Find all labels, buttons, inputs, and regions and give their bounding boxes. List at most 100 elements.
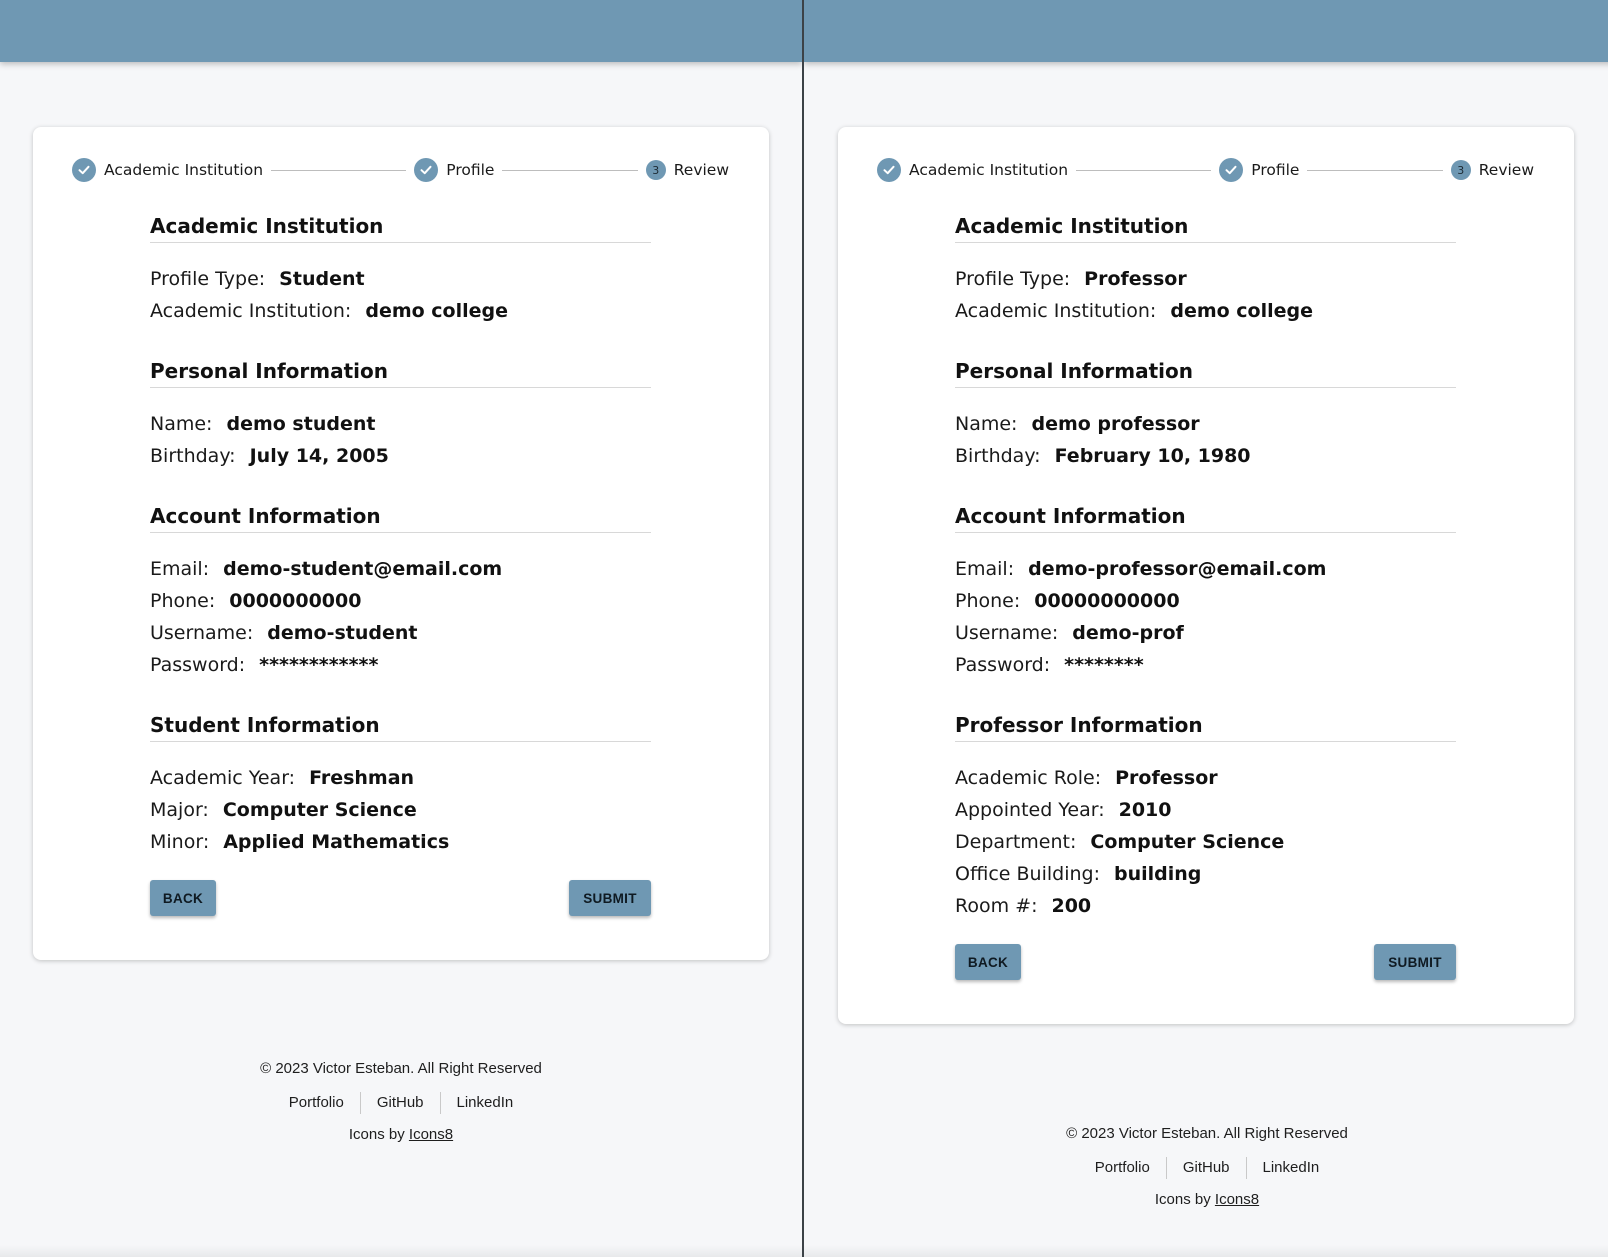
icons8-link[interactable]: Icons8: [1215, 1191, 1259, 1208]
field-label: Birthday:: [150, 445, 236, 467]
field-label: Phone:: [150, 590, 216, 612]
screenshot-stage: Academic Institution Profile 3 Review Ac…: [0, 0, 1608, 1257]
step-academic-institution: Academic Institution: [72, 158, 263, 182]
field-label: Username:: [150, 622, 254, 644]
field-row: Room #: 200: [955, 890, 1456, 922]
field-label: Major:: [150, 799, 209, 821]
form-actions: BACK SUBMIT: [955, 944, 1456, 980]
field-value: Applied Mathematics: [223, 831, 450, 853]
section-student-information: Student Information Academic Year: Freshm…: [150, 713, 651, 858]
field-row: Password: ************: [150, 649, 651, 681]
copyright-text: © 2023 Victor Esteban. All Right Reserve…: [260, 1060, 542, 1077]
field-value: 2010: [1118, 799, 1172, 821]
section-personal-information: Personal Information Name: demo professor…: [955, 359, 1456, 472]
field-label: Academic Year:: [150, 767, 296, 789]
field-value: demo college: [1170, 300, 1314, 322]
field-label: Phone:: [955, 590, 1021, 612]
submit-button[interactable]: SUBMIT: [569, 880, 651, 916]
field-row: Password: ********: [955, 649, 1456, 681]
field-label: Profile Type:: [150, 268, 266, 290]
section-account-information: Account Information Email: demo-professor…: [955, 504, 1456, 681]
field-value: demo-student: [267, 622, 418, 644]
footer-link-github[interactable]: GitHub: [1165, 1157, 1246, 1179]
section-title: Account Information: [150, 504, 651, 533]
footer-links: Portfolio GitHub LinkedIn: [0, 1092, 802, 1114]
back-button[interactable]: BACK: [955, 944, 1021, 980]
review-content: Academic Institution Profile Type: Profes…: [955, 214, 1456, 980]
step-label: Profile: [1251, 161, 1300, 179]
step-label: Academic Institution: [909, 161, 1069, 179]
field-value: demo-professor@email.com: [1028, 558, 1327, 580]
field-row: Username: demo-student: [150, 617, 651, 649]
step-connector: [502, 169, 638, 171]
step-connector: [271, 169, 407, 171]
field-row: Email: demo-professor@email.com: [955, 553, 1456, 585]
footer-link-github[interactable]: GitHub: [359, 1092, 440, 1114]
section-account-information: Account Information Email: demo-student@e…: [150, 504, 651, 681]
footer-links: Portfolio GitHub LinkedIn: [806, 1157, 1608, 1179]
section-title: Professor Information: [955, 713, 1456, 742]
field-value: Professor: [1115, 767, 1218, 789]
field-row: Department: Computer Science: [955, 826, 1456, 858]
section-title: Account Information: [955, 504, 1456, 533]
field-value: Computer Science: [1090, 831, 1285, 853]
page-footer: © 2023 Victor Esteban. All Right Reserve…: [0, 1059, 802, 1145]
field-value: demo-student@email.com: [223, 558, 503, 580]
field-label: Minor:: [150, 831, 210, 853]
step-label: Review: [673, 161, 730, 179]
field-value: 00000000000: [1034, 590, 1180, 612]
field-value: demo college: [365, 300, 509, 322]
field-row: Academic Institution: demo college: [955, 295, 1456, 327]
step-review: 3 Review: [645, 160, 730, 180]
field-label: Name:: [955, 413, 1018, 435]
section-title: Academic Institution: [150, 214, 651, 243]
step-label: Profile: [446, 161, 495, 179]
field-value: demo-prof: [1072, 622, 1184, 644]
stepper: Academic Institution Profile 3 Review: [72, 157, 729, 183]
step-profile: Profile: [414, 158, 494, 182]
field-label: Email:: [955, 558, 1015, 580]
field-row: Appointed Year: 2010: [955, 794, 1456, 826]
field-row: Birthday: July 14, 2005: [150, 440, 651, 472]
section-title: Academic Institution: [955, 214, 1456, 243]
field-row: Academic Institution: demo college: [150, 295, 651, 327]
field-row: Name: demo professor: [955, 408, 1456, 440]
field-label: Academic Role:: [955, 767, 1102, 789]
form-actions: BACK SUBMIT: [150, 880, 651, 916]
submit-button[interactable]: SUBMIT: [1374, 944, 1456, 980]
bottom-edge-shadow: [804, 1245, 1608, 1257]
field-label: Password:: [150, 654, 246, 676]
icons8-link[interactable]: Icons8: [409, 1126, 453, 1143]
back-button[interactable]: BACK: [150, 880, 216, 916]
field-label: Birthday:: [955, 445, 1041, 467]
field-value: Student: [279, 268, 365, 290]
section-title: Personal Information: [150, 359, 651, 388]
app-header-bar: [804, 0, 1608, 62]
field-label: Name:: [150, 413, 213, 435]
field-row: Academic Role: Professor: [955, 762, 1456, 794]
field-value: 200: [1051, 895, 1092, 917]
field-row: Profile Type: Professor: [955, 263, 1456, 295]
field-row: Phone: 0000000000: [150, 585, 651, 617]
step-academic-institution: Academic Institution: [877, 158, 1068, 182]
section-professor-information: Professor Information Academic Role: Prof…: [955, 713, 1456, 922]
field-value: 0000000000: [229, 590, 362, 612]
check-icon: [877, 158, 901, 182]
field-label: Email:: [150, 558, 210, 580]
footer-link-portfolio[interactable]: Portfolio: [273, 1092, 360, 1114]
footer-link-linkedin[interactable]: LinkedIn: [1245, 1157, 1336, 1179]
check-icon: [1219, 158, 1244, 182]
footer-link-portfolio[interactable]: Portfolio: [1079, 1157, 1166, 1179]
field-value: Computer Science: [222, 799, 417, 821]
student-review-window: Academic Institution Profile 3 Review Ac…: [0, 0, 802, 1257]
step-connector: [1307, 169, 1443, 171]
field-label: Password:: [955, 654, 1051, 676]
section-title: Personal Information: [955, 359, 1456, 388]
field-label: Appointed Year:: [955, 799, 1105, 821]
step-label: Academic Institution: [104, 161, 264, 179]
field-value: February 10, 1980: [1054, 445, 1251, 467]
bottom-edge-shadow: [0, 1245, 802, 1257]
footer-link-linkedin[interactable]: LinkedIn: [439, 1092, 530, 1114]
field-row: Birthday: February 10, 1980: [955, 440, 1456, 472]
field-label: Profile Type:: [955, 268, 1071, 290]
